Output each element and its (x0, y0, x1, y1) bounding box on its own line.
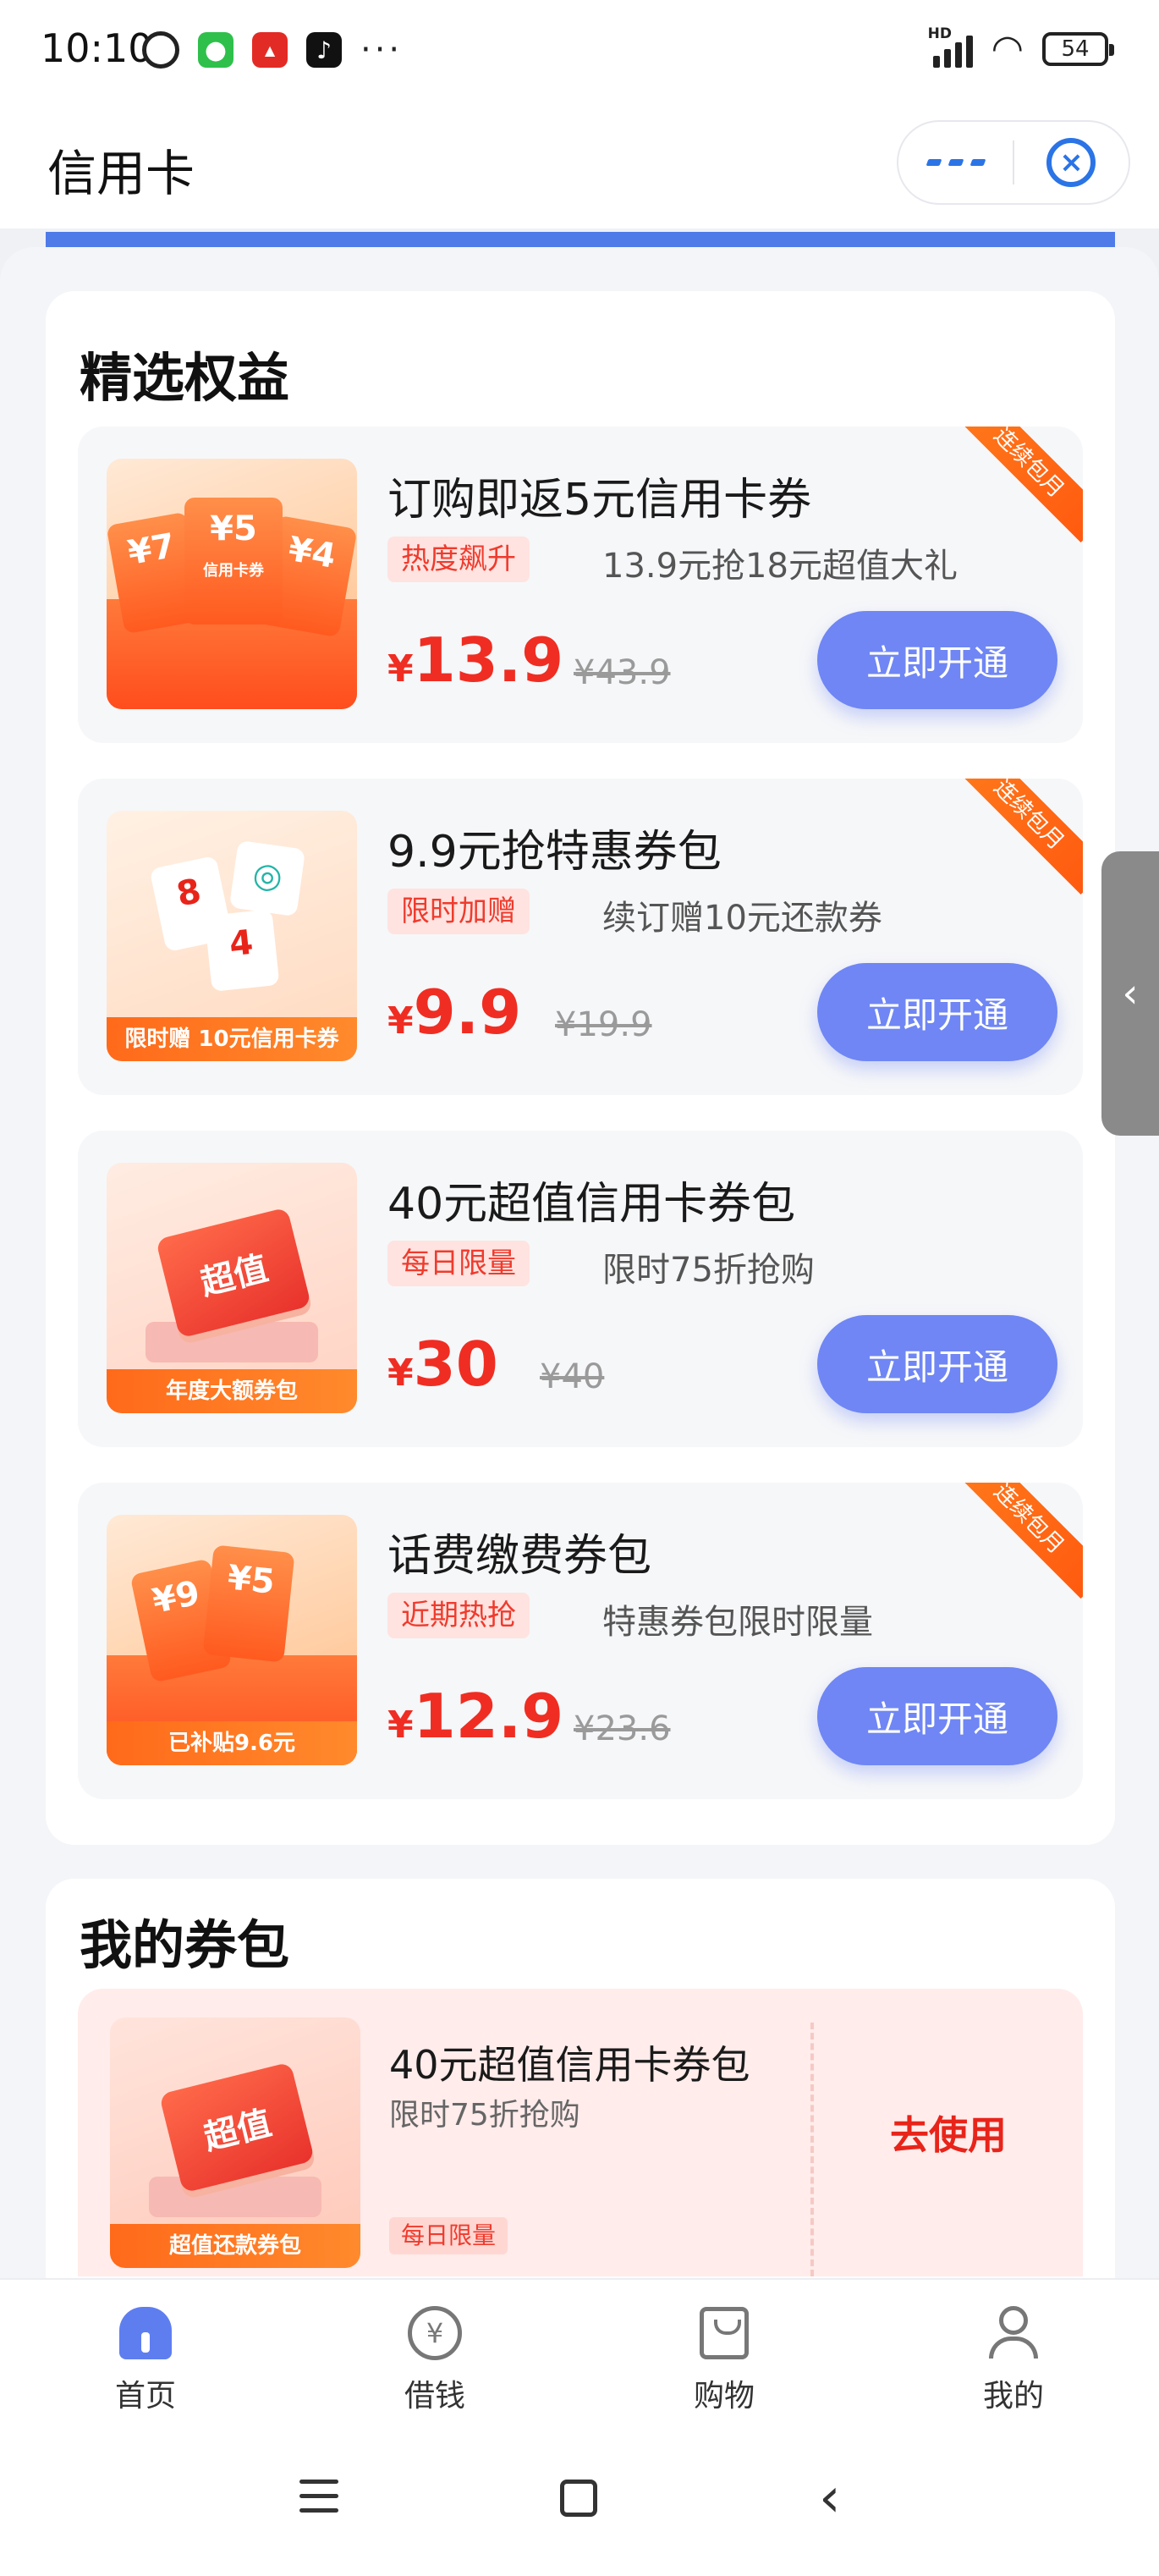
benefit-subtitle: 限时75折抢购 (602, 1251, 815, 1290)
ticket-graphic: ◎ (228, 839, 306, 917)
coupon-thumbnail: ¥7 ¥4 ¥5 信用卡券 (107, 459, 357, 709)
tab-borrow[interactable]: ¥ 借钱 (350, 2305, 519, 2415)
value-ticket-graphic: 超值 (158, 2061, 316, 2193)
promo-tag: 限时加赠 (387, 889, 530, 934)
coupon-thumbnail: 超值 年度大额券包 (107, 1163, 357, 1413)
tab-label: 首页 (114, 2379, 176, 2414)
recent-apps-button[interactable] (299, 2480, 338, 2523)
benefit-subtitle: 13.9元抢18元超值大礼 (602, 547, 958, 586)
cellular-signal-icon: HD (928, 25, 973, 68)
mini-program-capsule: × (897, 120, 1130, 205)
section-title: 我的券包 (80, 1914, 290, 1976)
monthly-subscription-ribbon: 连续包月 (948, 427, 1083, 543)
original-price: ¥40 (540, 1357, 605, 1396)
activate-button[interactable]: 立即开通 (817, 963, 1057, 1061)
tab-shopping[interactable]: 购物 (640, 2305, 809, 2415)
benefit-subtitle: 续订赠10元还款券 (602, 899, 882, 938)
alarm-icon (142, 31, 179, 69)
current-price: ¥13.9 (387, 625, 564, 696)
page-title: 信用卡 (47, 145, 195, 202)
current-price: ¥30 (387, 1329, 498, 1400)
thumbnail-banner: 已补贴9.6元 (107, 1721, 357, 1765)
benefit-title: 40元超值信用卡券包 (387, 1179, 796, 1230)
status-bar: 10:10 ● ▲ ♪ ··· HD ◠ 54 (0, 0, 1159, 102)
yen-icon: ¥ (407, 2305, 463, 2361)
benefit-card[interactable]: ¥9 ¥5 已补贴9.6元 话费缴费券包 近期热抢 特惠券包限时限量 ¥12.9… (78, 1483, 1083, 1799)
battery-icon: 54 (1042, 31, 1114, 66)
use-coupon-button[interactable]: 去使用 (814, 1989, 1083, 2276)
coupon-item[interactable]: 超值 超值还款券包 40元超值信用卡券包 限时75折抢购 每日限量 去使用 (78, 1989, 1083, 2276)
notification-icons: ● ▲ ♪ ··· (142, 30, 403, 69)
activate-button[interactable]: 立即开通 (817, 1667, 1057, 1765)
original-price: ¥19.9 (555, 1005, 652, 1044)
shopping-bag-icon (696, 2305, 752, 2361)
bottom-tab-bar: 首页 ¥ 借钱 购物 我的 (0, 2278, 1159, 2436)
benefit-subtitle: 特惠券包限时限量 (602, 1603, 873, 1642)
monthly-subscription-ribbon: 连续包月 (948, 779, 1083, 895)
section-title: 精选权益 (80, 347, 290, 409)
promo-tag: 近期热抢 (387, 1593, 530, 1638)
original-price: ¥23.6 (574, 1709, 671, 1748)
status-time: 10:10 (41, 25, 153, 71)
original-price: ¥43.9 (574, 653, 671, 692)
benefit-title: 订购即返5元信用卡券 (387, 475, 812, 526)
monthly-subscription-ribbon: 连续包月 (948, 1483, 1083, 1599)
side-panel-handle[interactable]: ‹ (1101, 851, 1159, 1136)
coupon-thumbnail: ¥9 ¥5 已补贴9.6元 (107, 1515, 357, 1765)
more-icon (926, 159, 942, 166)
coupon-subtitle: 限时75折抢购 (389, 2098, 580, 2133)
ticket-graphic: ¥5 (202, 1544, 295, 1663)
thumbnail-banner: 超值还款券包 (110, 2224, 360, 2268)
network-type: HD (927, 25, 952, 42)
system-navigation-bar: ‹ (0, 2436, 1159, 2576)
tab-profile[interactable]: 我的 (929, 2305, 1098, 2415)
back-button[interactable]: ‹ (819, 2471, 841, 2525)
benefit-card[interactable]: 8 ◎ 4 限时赠 10元信用卡券 9.9元抢特惠券包 限时加赠 续订赠10元还… (78, 779, 1083, 1095)
close-icon: × (1046, 138, 1096, 187)
profile-icon (986, 2305, 1041, 2361)
tab-label: 我的 (982, 2379, 1044, 2414)
ticket-graphic: ¥5 信用卡券 (184, 498, 283, 625)
home-button[interactable] (560, 2480, 597, 2517)
activate-button[interactable]: 立即开通 (817, 611, 1057, 709)
ticket-graphic: 4 (204, 909, 280, 992)
coupon-tag: 每日限量 (389, 2217, 508, 2254)
pedestal-graphic (149, 2177, 321, 2217)
wechat-icon: ● (198, 32, 233, 68)
thumbnail-banner: 年度大额券包 (107, 1369, 357, 1413)
activate-button[interactable]: 立即开通 (817, 1315, 1057, 1413)
more-notifications-icon: ··· (360, 30, 404, 69)
close-mini-program-button[interactable]: × (1014, 122, 1129, 203)
chevron-left-icon: ‹ (1122, 970, 1139, 1017)
home-icon (118, 2305, 173, 2361)
benefit-card[interactable]: 超值 年度大额券包 40元超值信用卡券包 每日限量 限时75折抢购 ¥30 ¥4… (78, 1131, 1083, 1447)
value-ticket-graphic: 超值 (155, 1207, 312, 1339)
coupon-thumbnail: 超值 超值还款券包 (110, 2017, 360, 2268)
promo-tag: 每日限量 (387, 1241, 530, 1286)
promo-tag: 热度飙升 (387, 537, 530, 582)
benefit-title: 话费缴费券包 (387, 1531, 652, 1582)
featured-benefits-section: 精选权益 ¥7 ¥4 ¥5 信用卡券 订购即返5元信用卡券 热度飙升 13.9元… (46, 291, 1115, 1845)
coupon-title: 40元超值信用卡券包 (389, 2042, 750, 2088)
thumbnail-banner: 限时赠 10元信用卡券 (107, 1017, 357, 1061)
benefit-card[interactable]: ¥7 ¥4 ¥5 信用卡券 订购即返5元信用卡券 热度飙升 13.9元抢18元超… (78, 427, 1083, 743)
wifi-icon: ◠ (991, 27, 1024, 70)
app-header: 信用卡 × (0, 102, 1159, 228)
benefit-title: 9.9元抢特惠券包 (387, 827, 722, 878)
pedestal-graphic (146, 1322, 318, 1362)
current-price: ¥12.9 (387, 1681, 564, 1752)
tiktok-icon: ♪ (306, 32, 342, 68)
more-options-button[interactable] (898, 122, 1013, 203)
coupon-thumbnail: 8 ◎ 4 限时赠 10元信用卡券 (107, 811, 357, 1061)
tab-label: 借钱 (404, 2379, 465, 2414)
shopping-app-icon: ▲ (252, 32, 288, 68)
tab-label: 购物 (693, 2379, 755, 2414)
tab-home[interactable]: 首页 (61, 2305, 230, 2415)
my-coupons-section: 我的券包 超值 超值还款券包 40元超值信用卡券包 限时75折抢购 每日限量 去… (46, 1879, 1115, 2278)
current-price: ¥9.9 (387, 977, 522, 1048)
battery-level: 54 (1061, 36, 1090, 62)
system-indicators: HD ◠ 54 (928, 25, 1114, 70)
